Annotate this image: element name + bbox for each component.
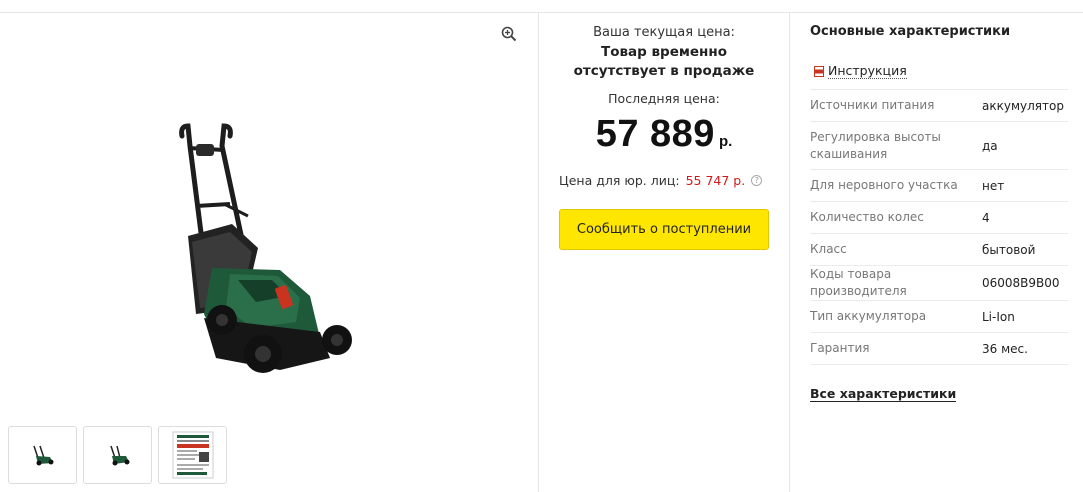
specs-table: Источники питания аккумулятор Регулировка … [810, 89, 1068, 365]
spec-key: Регулировка высоты скашивания [810, 121, 982, 170]
spec-row: Тип аккумулятора Li-Ion [810, 300, 1068, 333]
thumbnail-strip [8, 426, 227, 484]
spec-row: Количество колес 4 [810, 201, 1068, 234]
product-main-image[interactable] [160, 118, 365, 380]
spec-row: Гарантия 36 мес. [810, 332, 1068, 365]
question-circle-icon[interactable]: ? [751, 175, 763, 186]
spec-row: Регулировка высоты скашивания да [810, 121, 1068, 170]
spec-value: Li-Ion [982, 300, 1068, 333]
spec-key: Коды товара производителя [810, 265, 982, 301]
product-gallery [0, 13, 538, 492]
spec-value: 06008B9B00 [982, 265, 1068, 301]
manual-link-label: Инструкция [828, 63, 907, 79]
last-price-label: Последняя цена: [608, 91, 720, 106]
specs-panel: Основные характеристики Инструкция Источ… [790, 13, 1083, 492]
spec-value: бытовой [982, 233, 1068, 266]
thumbnail-mower-1[interactable] [8, 426, 77, 484]
thumbnail-document[interactable] [158, 426, 227, 484]
legal-price-label: Цена для юр. лиц: [559, 173, 680, 188]
price-display: 57 889 р. [539, 113, 789, 156]
spec-row: Для неровного участка нет [810, 169, 1068, 202]
spec-value: 36 мес. [982, 332, 1068, 365]
spec-key: Тип аккумулятора [810, 300, 982, 333]
spec-value: аккумулятор [982, 89, 1068, 122]
spec-row: Коды товара производителя 06008B9B00 [810, 265, 1068, 301]
price-currency: р. [718, 133, 733, 150]
spec-key: Источники питания [810, 89, 982, 122]
spec-key: Класс [810, 233, 982, 266]
legal-price: Цена для юр. лиц: 55 747 р. ? [559, 173, 781, 188]
availability-status: Товар временно отсутствует в продаже [573, 44, 755, 79]
spec-row: Источники питания аккумулятор [810, 89, 1068, 122]
all-specs-link[interactable]: Все характеристики [810, 386, 957, 402]
legal-price-value: 55 747 р. [685, 173, 746, 188]
spec-key: Гарантия [810, 332, 982, 365]
current-price-label: Ваша текущая цена: [593, 25, 735, 40]
spec-key: Количество колес [810, 201, 982, 234]
notify-availability-button[interactable]: Сообщить о поступлении [559, 209, 769, 250]
lawn-mower-illustration [179, 123, 352, 373]
thumbnail-mower-2[interactable] [83, 426, 152, 484]
specs-title: Основные характеристики [810, 24, 1011, 39]
zoom-in-icon[interactable] [500, 25, 518, 43]
spec-row: Класс бытовой [810, 233, 1068, 266]
spec-value: 4 [982, 201, 1068, 234]
price-value: 57 889 [595, 113, 715, 155]
manual-link[interactable]: Инструкция [814, 63, 907, 79]
pdf-icon [814, 65, 824, 77]
spec-key: Для неровного участка [810, 169, 982, 202]
spec-value: нет [982, 169, 1068, 202]
spec-value: да [982, 121, 1068, 170]
price-panel: Ваша текущая цена: Товар временно отсутс… [539, 13, 789, 492]
